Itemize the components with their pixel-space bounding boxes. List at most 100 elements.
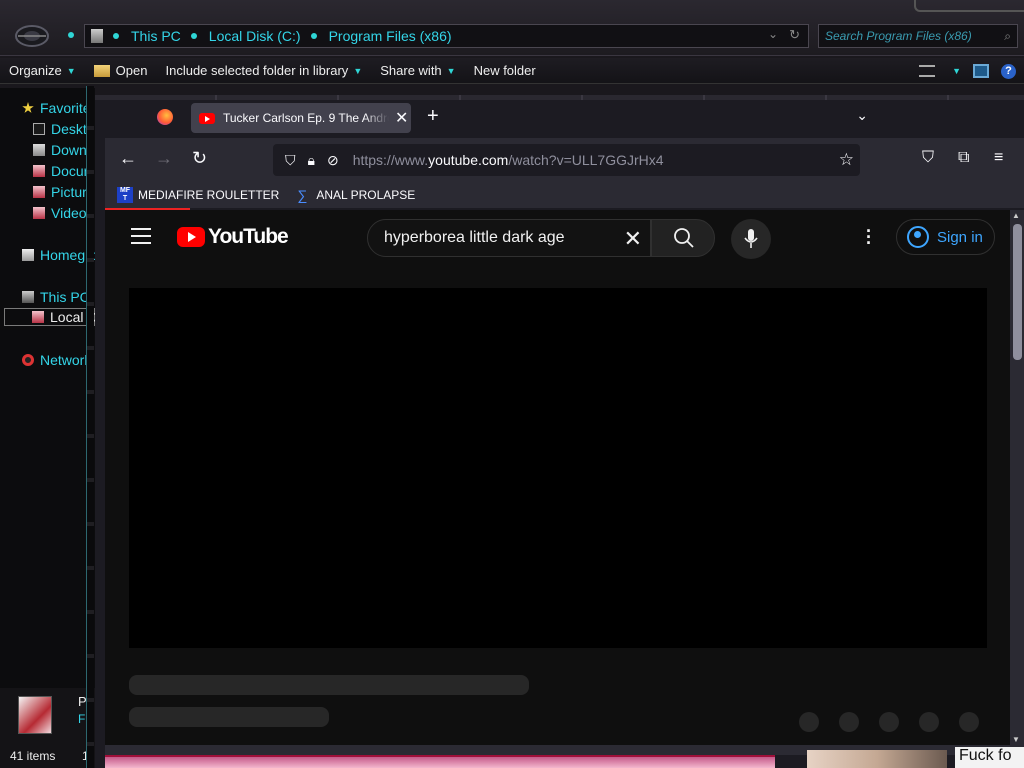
address-dropdown-icon[interactable]: ⌄ (768, 27, 778, 41)
nav-pictures[interactable]: Pictur (33, 184, 87, 200)
open-label: Open (115, 63, 148, 78)
window-frame-decoration (914, 0, 1024, 12)
nav-downloads[interactable]: Downl (33, 142, 90, 158)
downloads-icon (33, 144, 45, 156)
close-tab-icon[interactable]: ✕ (395, 108, 408, 128)
include-in-library-button[interactable]: Include selected folder in library ▼ (156, 63, 371, 78)
account-icon (907, 226, 929, 248)
breadcrumb-separator[interactable] (113, 33, 119, 39)
scrollbar-thumb[interactable] (1013, 224, 1022, 360)
settings-more-icon[interactable]: · · · (866, 222, 872, 252)
nav-desktop[interactable]: Deskt (33, 121, 87, 137)
search-icon[interactable]: ⌕ (1004, 29, 1011, 44)
reload-icon[interactable]: ↻ (192, 148, 207, 169)
help-icon[interactable]: ? (1001, 63, 1016, 79)
include-label: Include selected folder in library (165, 63, 349, 78)
address-bar[interactable]: This PC Local Disk (C:) Program Files (x… (84, 24, 809, 48)
open-button[interactable]: Open (85, 63, 157, 78)
hamburger-menu-icon[interactable]: ≡ (994, 149, 1003, 167)
search-placeholder: Search Program Files (x86) (825, 29, 972, 43)
guide-menu-icon[interactable] (131, 228, 151, 244)
new-tab-icon[interactable]: + (427, 105, 439, 128)
url-text[interactable]: https://www.youtube.com/watch?v=ULL7GGJr… (353, 152, 664, 168)
extensions-icon[interactable]: ⧉ (958, 149, 969, 167)
breadcrumb-program-files[interactable]: Program Files (x86) (329, 28, 452, 44)
pocket-icon[interactable]: ⛉ (922, 149, 934, 167)
nav-label: Downl (51, 142, 90, 158)
clear-search-icon[interactable]: ✕ (624, 226, 642, 252)
permissions-icon[interactable]: ⊘ (327, 152, 339, 169)
search-icon (674, 228, 694, 248)
bookmark-star-icon[interactable]: ☆ (839, 150, 854, 170)
network-icon (22, 354, 34, 366)
tab-youtube-video[interactable]: Tucker Carlson Ep. 9 The Andrew ✕ (191, 103, 411, 133)
explorer-title-bar: This PC Local Disk (C:) Program Files (x… (0, 0, 1024, 56)
preview-pane-icon[interactable] (973, 64, 989, 78)
forward-arrow-icon[interactable]: → (155, 148, 173, 169)
breadcrumb-this-pc[interactable]: This PC (131, 28, 181, 44)
youtube-logo-text: YouTube (208, 225, 289, 248)
breadcrumb-separator[interactable] (310, 33, 317, 39)
computer-icon (22, 291, 34, 303)
channel-loading-placeholder (129, 707, 329, 727)
nav-label: Favorite (40, 100, 91, 116)
list-all-tabs-icon[interactable]: ⌄ (856, 107, 868, 124)
bookmark-second[interactable]: ∑ ANAL PROLAPSE (297, 188, 415, 202)
share-with-button[interactable]: Share with ▼ (371, 63, 464, 78)
share-label: Share with (380, 63, 442, 78)
bookmark-favicon-icon: ∑ (297, 187, 308, 203)
tracking-protection-shield-icon[interactable]: ⛉ (285, 152, 296, 169)
nav-homegroup[interactable]: Homegro (22, 247, 95, 263)
breadcrumb-local-disk[interactable]: Local Disk (C:) (209, 28, 301, 44)
url-bar[interactable]: ⛉ 🔒︎ ⊘ https://www.youtube.com/watch?v=U… (273, 144, 860, 176)
sign-in-label: Sign in (937, 228, 983, 246)
background-window-text: Fuck fo (955, 747, 1024, 768)
new-folder-button[interactable]: New folder (465, 63, 545, 78)
window-border-decoration (86, 86, 94, 768)
background-image-strip (807, 750, 947, 768)
nav-documents[interactable]: Docur (33, 163, 88, 179)
nav-videos[interactable]: Video (33, 205, 87, 221)
firefox-view-icon[interactable] (157, 109, 173, 125)
homegroup-icon (22, 249, 34, 261)
nav-label: This PC (40, 289, 90, 305)
nav-this-pc[interactable]: This PC (22, 289, 90, 305)
bookmark-mediafire-rouletter[interactable]: MF T MEDIAFIRE ROULETTER (117, 187, 279, 203)
documents-icon (33, 165, 45, 177)
recent-locations-dot[interactable] (68, 32, 74, 38)
refresh-icon[interactable]: ↻ (789, 27, 800, 43)
nav-label: Video (51, 205, 87, 221)
youtube-logo[interactable]: YouTube (177, 225, 289, 249)
tab-strip: Tucker Carlson Ep. 9 The Andrew ✕ + ⌄ (95, 95, 1024, 138)
scroll-up-icon[interactable]: ▲ (1012, 211, 1020, 220)
youtube-search-input[interactable]: hyperborea little dark age ✕ (367, 219, 651, 257)
youtube-search-button[interactable] (651, 219, 715, 257)
voice-search-button[interactable] (731, 219, 771, 259)
search-query: hyperborea little dark age (384, 229, 565, 246)
back-forward-orb-icon[interactable] (14, 24, 50, 48)
drive-icon (32, 311, 44, 323)
scroll-down-icon[interactable]: ▼ (1012, 735, 1020, 744)
nav-favorites[interactable]: Favorite (22, 100, 91, 116)
explorer-command-bar: Organize ▼ Open Include selected folder i… (0, 58, 1024, 84)
nav-label: Deskt (51, 121, 87, 137)
view-controls: ▼ ? (919, 58, 1024, 84)
youtube-page: YouTube hyperborea little dark age ✕ · · ·… (105, 210, 1010, 745)
back-arrow-icon[interactable]: ← (119, 148, 137, 169)
view-dropdown-icon[interactable]: ▼ (952, 66, 961, 76)
action-loading-placeholder (799, 712, 819, 732)
change-view-icon[interactable] (919, 65, 936, 77)
video-player[interactable] (129, 288, 987, 648)
sign-in-button[interactable]: Sign in (896, 219, 995, 255)
action-loading-placeholder (839, 712, 859, 732)
lock-icon[interactable]: 🔒︎ (308, 152, 315, 169)
pictures-icon (33, 186, 45, 198)
explorer-search-box[interactable]: Search Program Files (x86) ⌕ (818, 24, 1018, 48)
breadcrumb-separator[interactable] (190, 33, 197, 39)
star-icon (22, 102, 34, 113)
action-loading-placeholder (959, 712, 979, 732)
organize-button[interactable]: Organize ▼ (0, 63, 85, 78)
vertical-scrollbar[interactable]: ▲ ▼ (1010, 210, 1024, 745)
background-window-strip (105, 755, 775, 768)
nav-network[interactable]: Network (22, 352, 91, 368)
